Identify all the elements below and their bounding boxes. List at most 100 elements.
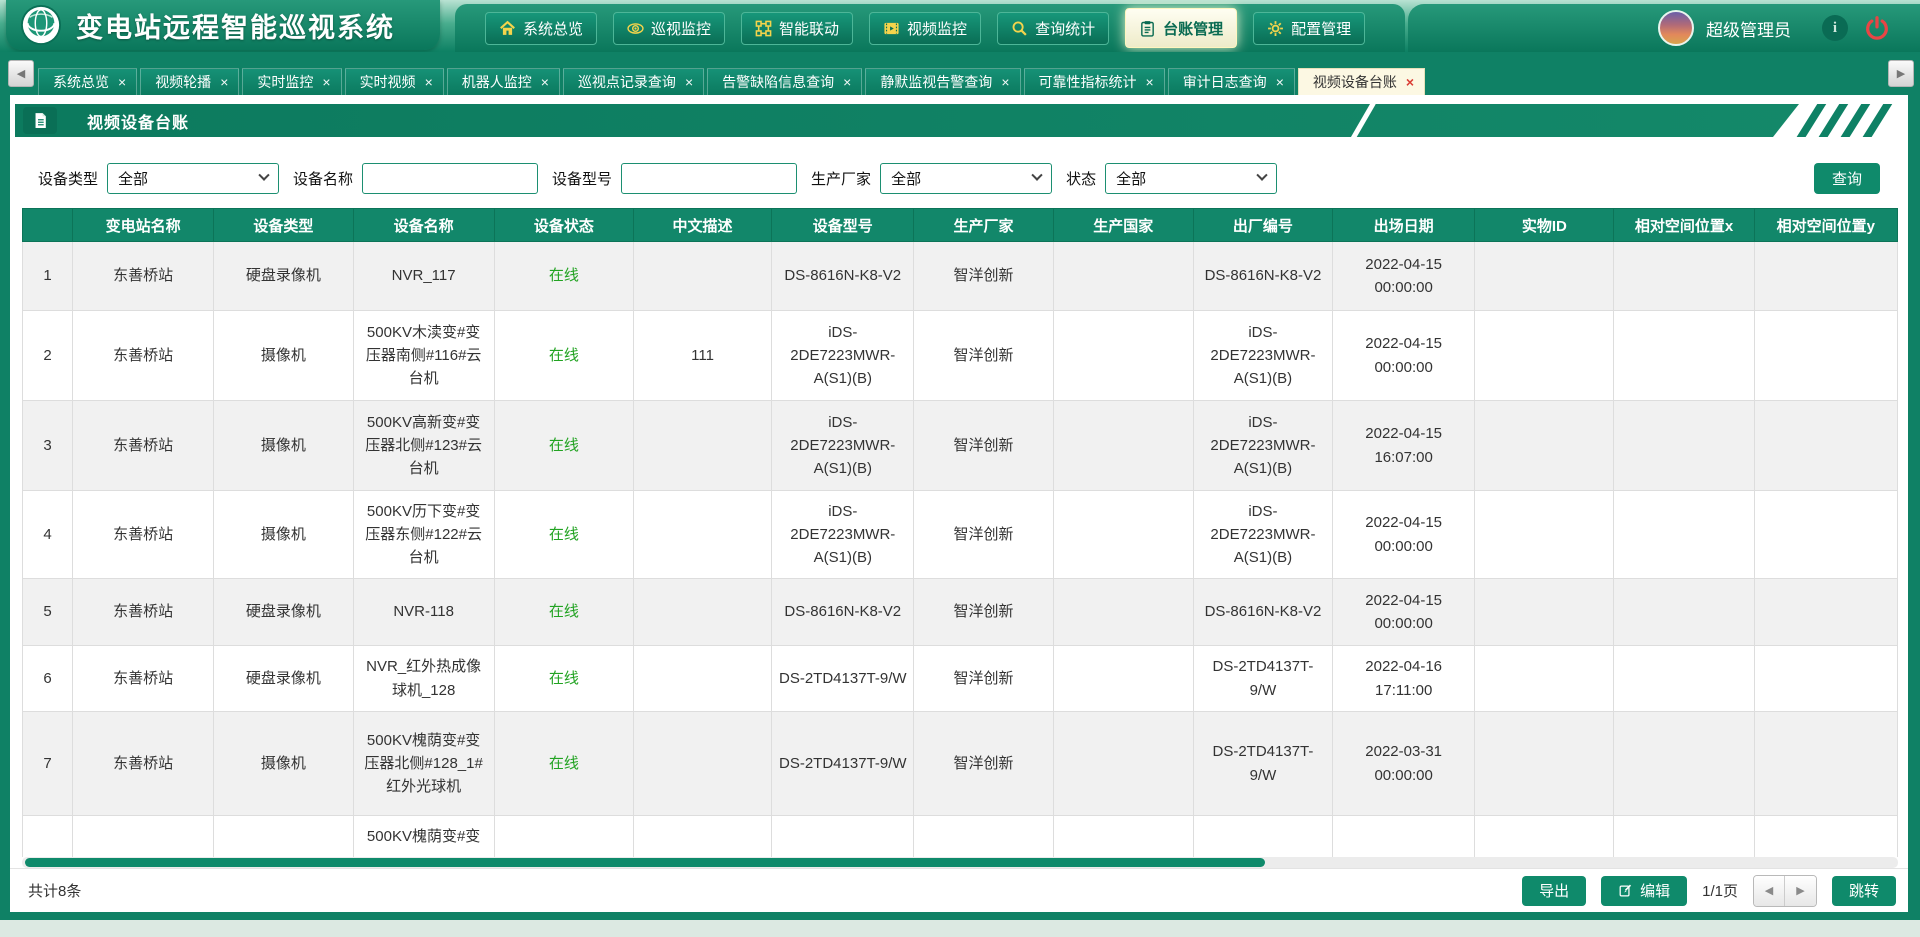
info-icon[interactable]: i bbox=[1822, 15, 1848, 41]
jump-button[interactable]: 跳转 bbox=[1832, 876, 1896, 906]
content-frame: 视频设备台账 设备类型全部设备名称设备型号生产厂家全部状态全部查询 变电站名称设… bbox=[0, 95, 1920, 920]
table-cell: 500KV木渎变#变压器南侧#116#云台机 bbox=[353, 311, 494, 401]
tab-label: 实时视频 bbox=[360, 72, 416, 92]
close-icon[interactable]: × bbox=[322, 75, 330, 89]
tab-静默监视告警查询[interactable]: 静默监视告警查询× bbox=[865, 68, 1020, 95]
chevron-down-icon bbox=[258, 170, 269, 181]
table-cell bbox=[1475, 491, 1614, 579]
prev-page-button[interactable]: ◀ bbox=[1754, 876, 1785, 906]
tab-scroll-left-icon[interactable]: ◀ bbox=[8, 60, 34, 87]
tab-实时监控[interactable]: 实时监控× bbox=[242, 68, 341, 95]
nav-label: 配置管理 bbox=[1291, 18, 1351, 39]
close-icon[interactable]: × bbox=[843, 75, 851, 89]
table-row[interactable]: 7东善桥站摄像机500KV槐荫变#变压器北侧#128_1#红外光球机在线DS-2… bbox=[23, 712, 1898, 816]
horizontal-scrollbar[interactable] bbox=[22, 857, 1898, 868]
table-header-row: 变电站名称设备类型设备名称设备状态中文描述设备型号生产厂家生产国家出厂编号出场日… bbox=[23, 209, 1898, 242]
close-icon[interactable]: × bbox=[1146, 75, 1154, 89]
table-cell: 500KV高新变#变压器北侧#123#云台机 bbox=[353, 401, 494, 491]
table-cell: iDS-2DE7223MWR-A(S1)(B) bbox=[772, 491, 914, 579]
close-icon[interactable]: × bbox=[1001, 75, 1009, 89]
table-cell: DS-2TD4137T-9/W bbox=[772, 712, 914, 816]
table-cell bbox=[1754, 816, 1897, 858]
table-row[interactable]: 3东善桥站摄像机500KV高新变#变压器北侧#123#云台机在线iDS-2DE7… bbox=[23, 401, 1898, 491]
select-value: 全部 bbox=[118, 168, 148, 189]
table-cell: 2022-03-31 00:00:00 bbox=[1333, 712, 1475, 816]
nav-ledger-manage-button[interactable]: 台账管理 bbox=[1125, 8, 1237, 48]
table-cell: DS-8616N-K8-V2 bbox=[772, 579, 914, 646]
table-cell: 2022-04-15 00:00:00 bbox=[1333, 579, 1475, 646]
table-row[interactable]: 6东善桥站硬盘录像机NVR_红外热成像球机_128在线DS-2TD4137T-9… bbox=[23, 646, 1898, 712]
page-title-bar: 视频设备台账 bbox=[15, 104, 1903, 137]
tab-视频轮播[interactable]: 视频轮播 × bbox=[140, 68, 239, 95]
tab-scroll-right-icon[interactable]: ▶ bbox=[1888, 60, 1914, 87]
column-header: 相对空间位置x bbox=[1614, 209, 1754, 242]
tab-label: 视频轮播 bbox=[155, 72, 211, 92]
clipboard-icon bbox=[1139, 20, 1156, 37]
nav-label: 系统总览 bbox=[523, 18, 583, 39]
tab-可靠性指标统计[interactable]: 可靠性指标统计× bbox=[1024, 68, 1165, 95]
close-icon[interactable]: × bbox=[1406, 75, 1414, 89]
nav-patrol-monitor-button[interactable]: 巡视监控 bbox=[613, 12, 725, 45]
table-cell: 东善桥站 bbox=[73, 311, 214, 401]
table-body: 1东善桥站硬盘录像机NVR_117在线DS-8616N-K8-V2智洋创新DS-… bbox=[23, 242, 1898, 858]
table-cell bbox=[1053, 401, 1193, 491]
nav-video-monitor-button[interactable]: 视频监控 bbox=[869, 12, 981, 45]
table-row[interactable]: 2东善桥站摄像机500KV木渎变#变压器南侧#116#云台机在线111iDS-2… bbox=[23, 311, 1898, 401]
table-cell: 摄像机 bbox=[214, 712, 353, 816]
power-icon[interactable] bbox=[1864, 15, 1890, 41]
status-select[interactable]: 全部 bbox=[1105, 163, 1277, 194]
table-row[interactable]: 5东善桥站硬盘录像机NVR-118在线DS-8616N-K8-V2智洋创新DS-… bbox=[23, 579, 1898, 646]
tab-实时视频[interactable]: 实时视频 × bbox=[345, 68, 444, 95]
table-cell: 2022-04-15 00:00:00 bbox=[1333, 491, 1475, 579]
device-model-input[interactable] bbox=[621, 163, 797, 194]
avatar[interactable] bbox=[1658, 10, 1694, 46]
table-cell bbox=[1754, 646, 1897, 712]
table-cell: DS-8616N-K8-V2 bbox=[772, 242, 914, 311]
close-icon[interactable]: × bbox=[118, 75, 126, 89]
table-row[interactable]: 4东善桥站摄像机500KV历下变#变压器东侧#122#云台机在线iDS-2DE7… bbox=[23, 491, 1898, 579]
column-header: 中文描述 bbox=[633, 209, 771, 242]
table-cell: 硬盘录像机 bbox=[214, 646, 353, 712]
filter-label: 设备名称 bbox=[293, 168, 353, 189]
tab-系统总览[interactable]: 系统总览× bbox=[38, 68, 137, 95]
tab-告警缺陷信息查询[interactable]: 告警缺陷信息查询× bbox=[707, 68, 862, 95]
table-row[interactable]: 500KV槐荫变#变 bbox=[23, 816, 1898, 858]
tab-机器人监控[interactable]: 机器人监控× bbox=[447, 68, 560, 95]
export-button[interactable]: 导出 bbox=[1522, 876, 1586, 906]
device-type-select[interactable]: 全部 bbox=[107, 163, 279, 194]
next-page-button[interactable]: ▶ bbox=[1785, 876, 1816, 906]
table-cell bbox=[1053, 712, 1193, 816]
table-cell bbox=[23, 816, 73, 858]
table-cell: 东善桥站 bbox=[73, 646, 214, 712]
close-icon[interactable]: × bbox=[1276, 75, 1284, 89]
close-icon[interactable]: × bbox=[685, 75, 693, 89]
horizontal-scrollbar-thumb[interactable] bbox=[25, 858, 1265, 867]
table-cell: 在线 bbox=[494, 491, 633, 579]
title-bar-slash-decoration bbox=[1349, 104, 1375, 137]
manufacturer-select[interactable]: 全部 bbox=[880, 163, 1052, 194]
close-icon[interactable]: × bbox=[425, 75, 433, 89]
tab-视频设备台账[interactable]: 视频设备台账 × bbox=[1298, 68, 1425, 95]
tab-审计日志查询[interactable]: 审计日志查询× bbox=[1168, 68, 1295, 95]
table-cell: 6 bbox=[23, 646, 73, 712]
table-cell: 东善桥站 bbox=[73, 242, 214, 311]
table-row[interactable]: 1东善桥站硬盘录像机NVR_117在线DS-8616N-K8-V2智洋创新DS-… bbox=[23, 242, 1898, 311]
nav-config-manage-button[interactable]: 配置管理 bbox=[1253, 12, 1365, 45]
table-cell bbox=[1333, 816, 1475, 858]
user-name: 超级管理员 bbox=[1706, 16, 1791, 41]
edit-button[interactable]: 编辑 bbox=[1601, 876, 1687, 906]
column-header: 出厂编号 bbox=[1193, 209, 1332, 242]
close-icon[interactable]: × bbox=[541, 75, 549, 89]
tab-巡视点记录查询[interactable]: 巡视点记录查询× bbox=[563, 68, 704, 95]
nav-query-stats-button[interactable]: 查询统计 bbox=[997, 12, 1109, 45]
close-icon[interactable]: × bbox=[220, 75, 228, 89]
nav-overview-button[interactable]: 系统总览 bbox=[485, 12, 597, 45]
search-button[interactable]: 查询 bbox=[1814, 163, 1880, 194]
column-header: 实物ID bbox=[1475, 209, 1614, 242]
table-cell bbox=[633, 646, 771, 712]
tab-label: 视频设备台账 bbox=[1313, 72, 1397, 92]
table-cell bbox=[494, 816, 633, 858]
nav-smart-linkage-button[interactable]: 智能联动 bbox=[741, 12, 853, 45]
device-name-input[interactable] bbox=[362, 163, 538, 194]
nav-label: 查询统计 bbox=[1035, 18, 1095, 39]
